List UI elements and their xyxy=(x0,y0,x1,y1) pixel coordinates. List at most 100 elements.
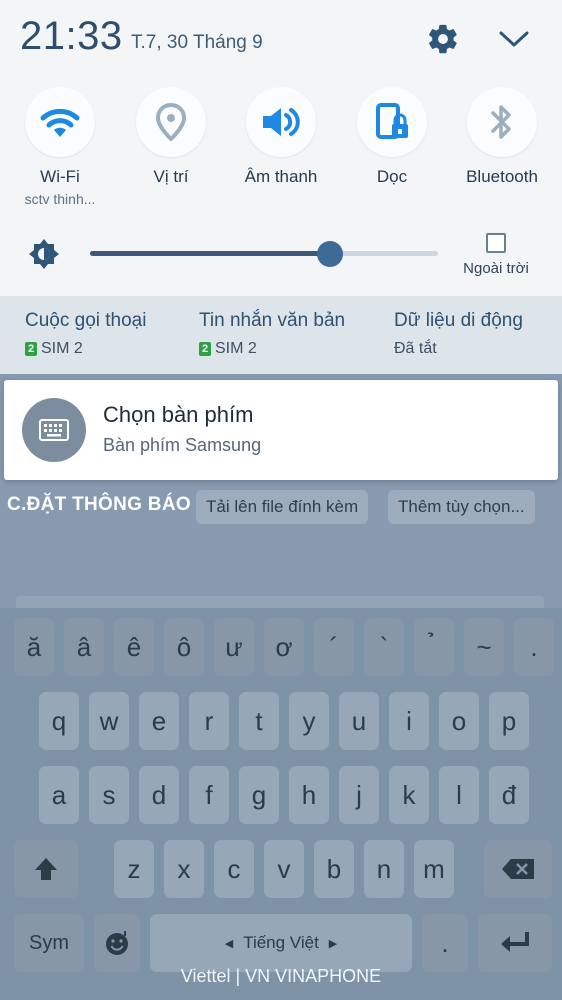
letter-key[interactable]: i xyxy=(389,692,429,750)
accent-key[interactable]: ̉ xyxy=(414,618,454,676)
location-toggle[interactable] xyxy=(136,87,206,157)
bluetooth-toggle[interactable] xyxy=(467,87,537,157)
settings-gear-icon[interactable] xyxy=(424,20,462,58)
keyboard-icon xyxy=(39,419,69,441)
backspace-icon xyxy=(502,859,534,879)
letter-key[interactable]: e xyxy=(139,692,179,750)
letter-key[interactable]: a xyxy=(39,766,79,824)
sim-badge: 2 xyxy=(25,342,37,356)
accent-key[interactable]: ~ xyxy=(464,618,504,676)
usage-value: SIM 2 xyxy=(215,340,257,357)
outdoor-mode-label: Ngoài trời xyxy=(463,260,529,277)
letter-key[interactable]: y xyxy=(289,692,329,750)
portrait-lock-icon xyxy=(376,103,408,139)
letter-key[interactable]: g xyxy=(239,766,279,824)
shift-key[interactable] xyxy=(14,840,78,898)
brightness-slider-fill xyxy=(90,251,331,256)
emoji-key[interactable] xyxy=(94,914,140,972)
quick-settings-panel: 21:33 T.7, 30 Tháng 9 Wi-Fi sctv thinh..… xyxy=(0,0,562,296)
space-key[interactable]: ◀ Tiếng Việt ▶ xyxy=(150,914,412,972)
usage-title: Cuộc gọi thoại xyxy=(25,310,147,331)
portrait-toggle[interactable] xyxy=(357,87,427,157)
brightness-icon xyxy=(26,236,62,272)
enter-key[interactable] xyxy=(478,914,552,972)
letter-key[interactable]: z xyxy=(114,840,154,898)
letter-key[interactable]: n xyxy=(364,840,404,898)
more-options-chip: Thêm tùy chọn... xyxy=(388,490,535,524)
accent-key[interactable]: ´ xyxy=(314,618,354,676)
notification-icon-circle xyxy=(22,398,86,462)
wifi-toggle[interactable] xyxy=(25,87,95,157)
letter-key[interactable]: u xyxy=(339,692,379,750)
backspace-key[interactable] xyxy=(484,840,552,898)
letter-key[interactable]: q xyxy=(39,692,79,750)
usage-strip: Cuộc gọi thoại 2 SIM 2 Tin nhắn văn bản 2… xyxy=(0,296,562,374)
letter-key[interactable]: c xyxy=(214,840,254,898)
accent-key[interactable]: ư xyxy=(214,618,254,676)
accent-key[interactable]: â xyxy=(64,618,104,676)
outdoor-mode-checkbox[interactable] xyxy=(486,233,506,253)
letter-key[interactable]: b xyxy=(314,840,354,898)
notification-settings-button[interactable]: C.ĐẶT THÔNG BÁO xyxy=(7,494,191,516)
period-key[interactable]: . xyxy=(422,914,468,972)
letter-key[interactable]: h xyxy=(289,766,329,824)
sym-key[interactable]: Sym xyxy=(14,914,84,972)
letter-key[interactable]: o xyxy=(439,692,479,750)
qs-label: Bluetooth xyxy=(466,167,538,186)
usage-calls[interactable]: Cuộc gọi thoại 2 SIM 2 xyxy=(25,310,146,358)
letter-key[interactable]: r xyxy=(189,692,229,750)
usage-data[interactable]: Dữ liệu di động Đã tắt xyxy=(394,310,523,358)
carrier-label: Viettel | VN VINAPHONE xyxy=(180,966,382,986)
brightness-slider-thumb[interactable] xyxy=(317,241,344,267)
qs-portrait[interactable]: Dọc xyxy=(337,87,447,187)
letter-key[interactable]: j xyxy=(339,766,379,824)
qs-bluetooth[interactable]: Bluetooth xyxy=(447,87,557,187)
letter-key[interactable]: v xyxy=(264,840,304,898)
qs-label: Vị trí xyxy=(153,167,189,186)
date: T.7, 30 Tháng 9 xyxy=(131,32,263,53)
space-language-label: Tiếng Việt xyxy=(243,933,319,952)
qs-sound[interactable]: Âm thanh xyxy=(226,87,336,187)
letter-key[interactable]: l xyxy=(439,766,479,824)
letter-key[interactable]: s xyxy=(89,766,129,824)
qs-sublabel: sctv thinh... xyxy=(24,191,96,207)
accent-key[interactable]: ` xyxy=(364,618,404,676)
qs-label: Wi-Fi xyxy=(40,167,80,186)
keyboard-notification[interactable]: Chọn bàn phím Bàn phím Samsung xyxy=(4,380,558,480)
letter-key[interactable]: d xyxy=(139,766,179,824)
letter-key[interactable]: p xyxy=(489,692,529,750)
usage-messages[interactable]: Tin nhắn văn bản 2 SIM 2 xyxy=(199,310,345,358)
wifi-icon xyxy=(40,108,80,137)
usage-title: Tin nhắn văn bản xyxy=(199,310,346,331)
qs-label: Dọc xyxy=(376,167,408,186)
sim-badge: 2 xyxy=(199,342,211,356)
enter-icon xyxy=(501,932,529,952)
sound-toggle[interactable] xyxy=(246,87,316,157)
language-next-icon: ▶ xyxy=(328,937,338,950)
location-icon xyxy=(156,103,186,141)
letter-key[interactable]: m xyxy=(414,840,454,898)
letter-key[interactable]: f xyxy=(189,766,229,824)
qs-location[interactable]: Vị trí xyxy=(116,87,226,187)
notification-title: Chọn bàn phím xyxy=(103,402,254,427)
bluetooth-icon xyxy=(491,105,511,139)
brightness-slider[interactable] xyxy=(90,241,438,267)
qs-label: Âm thanh xyxy=(244,167,318,186)
accent-key[interactable]: ơ xyxy=(264,618,304,676)
sound-icon xyxy=(263,108,300,136)
clock: 21:33 xyxy=(20,14,123,58)
qs-wifi[interactable]: Wi-Fi sctv thinh... xyxy=(5,87,115,207)
accent-key[interactable]: . xyxy=(514,618,554,676)
letter-key[interactable]: x xyxy=(164,840,204,898)
letter-key[interactable]: t xyxy=(239,692,279,750)
chevron-down-icon[interactable] xyxy=(494,20,534,58)
accent-key[interactable]: ă xyxy=(14,618,54,676)
emoji-icon xyxy=(106,931,128,955)
letter-key[interactable]: đ xyxy=(489,766,529,824)
letter-key[interactable]: k xyxy=(389,766,429,824)
accent-key[interactable]: ô xyxy=(164,618,204,676)
accent-key[interactable]: ê xyxy=(114,618,154,676)
notification-subtitle: Bàn phím Samsung xyxy=(103,435,262,455)
usage-value: SIM 2 xyxy=(41,340,83,357)
letter-key[interactable]: w xyxy=(89,692,129,750)
